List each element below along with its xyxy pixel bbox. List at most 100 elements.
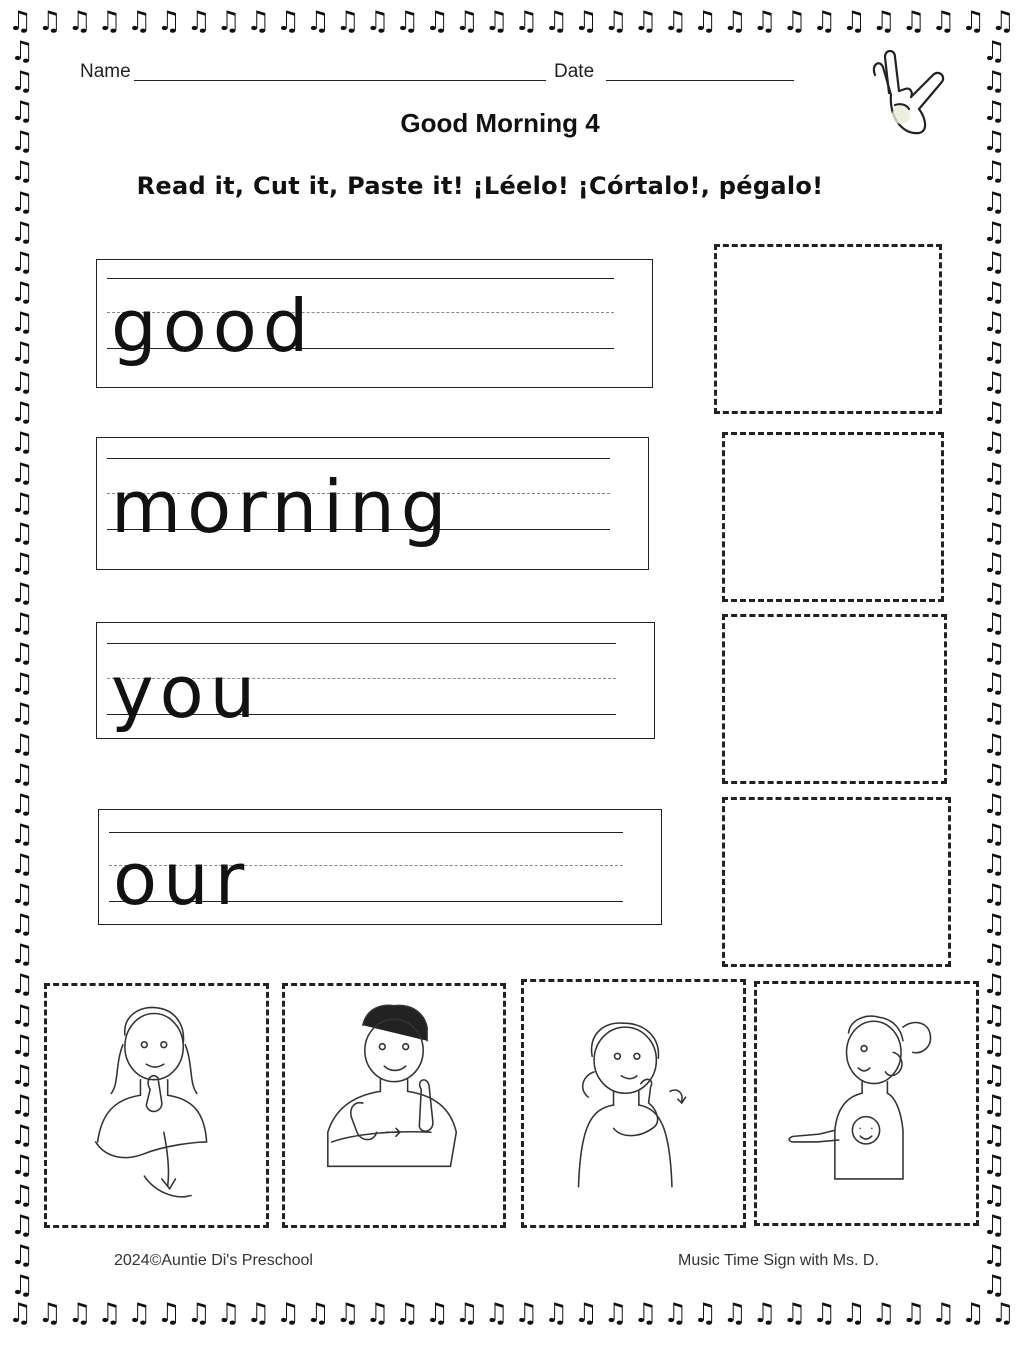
music-note-icon: ♫ [216, 8, 241, 37]
music-note-icon: ♫ [335, 1300, 360, 1329]
music-note-icon: ♫ [982, 96, 1007, 128]
music-note-icon: ♫ [10, 126, 35, 158]
music-note-icon: ♫ [982, 1210, 1007, 1242]
music-note-icon: ♫ [514, 1300, 539, 1329]
asl-i-love-you-hand-icon [855, 45, 955, 145]
music-note-icon: ♫ [514, 8, 539, 37]
music-note-icon: ♫ [10, 909, 35, 941]
music-note-icon: ♫ [10, 638, 35, 670]
music-note-border-top: ♫ ♫ ♫ ♫ ♫ ♫ ♫ ♫ ♫ ♫ ♫ ♫ ♫ ♫ ♫ ♫ ♫ ♫ ♫ ♫ ♫ ♫ ♫ ♫ ♫ ♫ ♫ ♫ ♫ ♫ ♫ ♫ ♫ ♫ [8, 8, 1015, 38]
music-note-icon: ♫ [454, 1300, 479, 1329]
music-note-icon: ♫ [37, 8, 62, 37]
music-note-icon: ♫ [10, 668, 35, 700]
music-note-icon: ♫ [982, 969, 1007, 1001]
sign-card-our[interactable] [754, 981, 979, 1226]
music-note-icon: ♫ [10, 276, 35, 308]
music-note-icon: ♫ [982, 126, 1007, 158]
music-note-icon: ♫ [982, 427, 1007, 459]
word-box-you: you [96, 622, 655, 739]
music-note-icon: ♫ [982, 457, 1007, 489]
name-label: Name [80, 61, 131, 82]
music-note-icon: ♫ [603, 1300, 628, 1329]
music-note-icon: ♫ [10, 698, 35, 730]
music-note-icon: ♫ [982, 1270, 1007, 1300]
sign-card-good[interactable] [44, 983, 269, 1228]
music-note-icon: ♫ [982, 698, 1007, 730]
music-note-icon: ♫ [10, 186, 35, 218]
music-note-icon: ♫ [10, 397, 35, 429]
music-note-icon: ♫ [982, 186, 1007, 218]
music-note-icon: ♫ [10, 999, 35, 1031]
music-note-icon: ♫ [982, 306, 1007, 338]
word-good: good [111, 284, 315, 368]
music-note-icon: ♫ [901, 8, 926, 37]
music-note-icon: ♫ [10, 758, 35, 790]
music-note-icon: ♫ [246, 8, 271, 37]
music-note-icon: ♫ [990, 8, 1015, 37]
music-note-icon: ♫ [484, 8, 509, 37]
music-note-icon: ♫ [67, 8, 92, 37]
music-note-icon: ♫ [982, 156, 1007, 188]
music-note-icon: ♫ [931, 8, 956, 37]
music-note-icon: ♫ [395, 8, 420, 37]
music-note-icon: ♫ [10, 1119, 35, 1151]
music-note-icon: ♫ [982, 939, 1007, 971]
music-note-icon: ♫ [982, 1150, 1007, 1182]
music-note-icon: ♫ [97, 1300, 122, 1329]
music-note-icon: ♫ [722, 1300, 747, 1329]
music-note-icon: ♫ [982, 1089, 1007, 1121]
music-note-icon: ♫ [10, 969, 35, 1001]
music-note-icon: ♫ [424, 1300, 450, 1329]
date-line [606, 80, 794, 81]
music-note-icon: ♫ [10, 818, 35, 850]
sign-card-morning[interactable] [282, 983, 506, 1228]
music-note-icon: ♫ [454, 8, 479, 37]
music-note-icon: ♫ [633, 8, 658, 37]
music-note-icon: ♫ [982, 788, 1007, 820]
music-note-icon: ♫ [10, 427, 35, 459]
music-note-icon: ♫ [982, 246, 1007, 278]
music-note-icon: ♫ [67, 1300, 92, 1329]
music-note-icon: ♫ [982, 909, 1007, 941]
music-note-border-right: ♫ ♫ ♫ ♫ ♫ ♫ ♫ ♫ ♫ ♫ ♫ ♫ ♫ ♫ ♫ ♫ ♫ ♫ ♫ ♫ ♫ ♫ ♫ ♫ ♫ ♫ ♫ ♫ ♫ ♫ ♫ ♫ ♫ ♫ ♫ ♫ ♫ ♫ ♫ ♫… [982, 38, 1012, 1300]
music-note-icon: ♫ [10, 608, 35, 640]
worksheet-title: Good Morning 4 [400, 108, 600, 138]
music-note-icon: ♫ [982, 66, 1007, 98]
music-note-icon: ♫ [10, 487, 35, 519]
name-line [134, 80, 546, 81]
music-note-icon: ♫ [982, 337, 1007, 369]
music-note-icon: ♫ [97, 8, 122, 37]
word-box-good: good [96, 259, 653, 388]
date-label: Date [554, 61, 595, 82]
music-note-icon: ♫ [127, 1300, 152, 1329]
music-note-icon: ♫ [982, 758, 1007, 790]
sign-card-you[interactable] [521, 979, 746, 1228]
music-note-icon: ♫ [305, 1300, 331, 1329]
music-note-icon: ♫ [663, 1300, 688, 1329]
music-note-icon: ♫ [10, 879, 35, 911]
music-note-icon: ♫ [782, 1300, 807, 1329]
music-note-icon: ♫ [782, 8, 807, 37]
copyright-text: 2024©Auntie Di's Preschool [114, 1252, 313, 1269]
music-note-icon: ♫ [931, 1300, 956, 1329]
music-note-icon: ♫ [982, 487, 1007, 519]
music-note-icon: ♫ [982, 397, 1007, 429]
music-note-icon: ♫ [10, 1029, 35, 1061]
music-note-icon: ♫ [156, 8, 182, 37]
music-note-icon: ♫ [722, 8, 747, 37]
music-note-icon: ♫ [10, 367, 35, 399]
music-note-icon: ♫ [663, 8, 688, 37]
music-note-icon: ♫ [10, 246, 35, 278]
instructions: Read it, Cut it, Paste it! ¡Léelo! ¡Córt… [136, 172, 824, 200]
music-note-icon: ♫ [335, 8, 360, 37]
music-note-icon: ♫ [127, 8, 152, 37]
music-note-icon: ♫ [10, 788, 35, 820]
music-note-icon: ♫ [10, 38, 35, 67]
music-note-icon: ♫ [752, 1300, 777, 1329]
paste-box-3 [722, 614, 947, 784]
music-note-icon: ♫ [10, 216, 35, 248]
music-note-icon: ♫ [633, 1300, 658, 1329]
music-note-icon: ♫ [573, 1300, 599, 1329]
music-note-icon: ♫ [10, 1180, 35, 1212]
music-note-icon: ♫ [982, 547, 1007, 579]
